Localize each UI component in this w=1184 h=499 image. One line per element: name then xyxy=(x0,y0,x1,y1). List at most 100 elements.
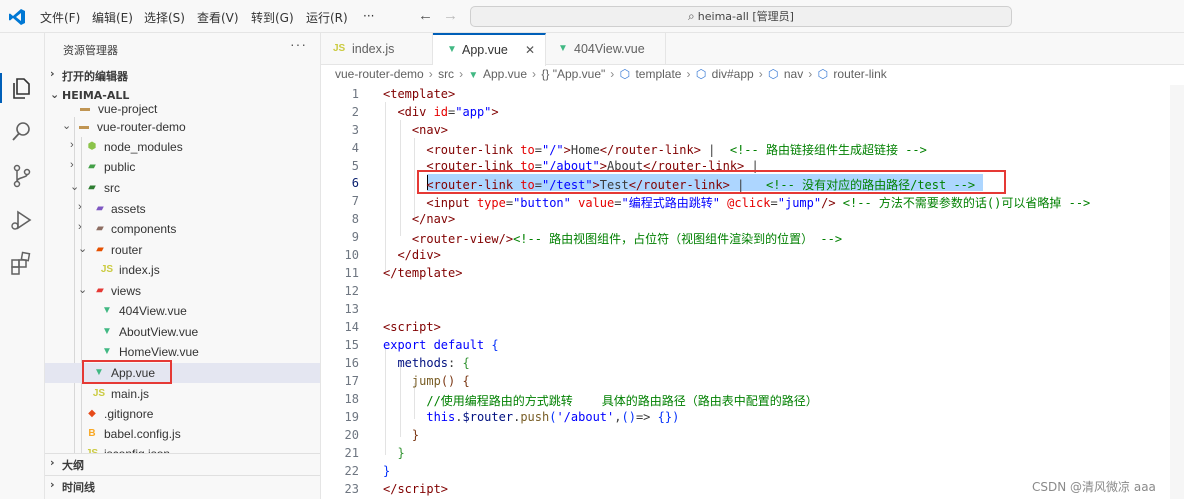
menu-goto[interactable]: 转到(G) xyxy=(251,9,294,26)
command-center[interactable]: ⌕ heima-all [管理员] xyxy=(470,6,1012,27)
tab-index-js[interactable]: JS index.js xyxy=(321,33,433,65)
menu-view[interactable]: 查看(V) xyxy=(197,9,239,26)
tree-item-aboutview-vue[interactable]: ▼ AboutView.vue xyxy=(45,322,320,342)
code-line[interactable]: <div id="app"> xyxy=(383,105,498,119)
tree-item-views[interactable]: ⌄ ▰ views xyxy=(45,281,320,301)
more-actions-icon[interactable]: ··· xyxy=(290,36,307,52)
line-number-active: 6 xyxy=(351,176,359,190)
line-number: 16 xyxy=(344,356,359,370)
chevron-right-icon: › xyxy=(50,67,55,80)
breadcrumb-item[interactable]: template xyxy=(635,67,681,81)
code-token: ) xyxy=(672,410,680,424)
folder-router-icon: ▰ xyxy=(96,244,104,255)
tab-app-vue[interactable]: ▼ App.vue ✕ xyxy=(433,33,546,66)
extensions-icon[interactable] xyxy=(9,251,35,277)
tree-item-gitignore[interactable]: ◆ .gitignore xyxy=(45,404,320,424)
breadcrumb-item[interactable]: App.vue xyxy=(483,67,527,81)
tree-label: index.js xyxy=(119,263,160,277)
code-line[interactable]: <router-link to="/">Home</router-link> |… xyxy=(383,141,927,158)
open-editors-section[interactable]: › 打开的编辑器 xyxy=(45,65,320,85)
code-token: <!-- 路由链接组件生成超链接 --> xyxy=(729,143,927,157)
line-number: 12 xyxy=(344,284,359,298)
code-token: <!-- 路由视图组件，占位符（视图组件渲染到的位置） --> xyxy=(513,232,843,246)
folder-views-icon: ▰ xyxy=(96,285,104,296)
tree-item-babel-config-js[interactable]: B babel.config.js xyxy=(45,424,320,444)
tree-item-vue-router-demo[interactable]: ⌄ ▬ vue-router-demo xyxy=(45,117,320,137)
code-line[interactable]: jump() { xyxy=(383,374,470,388)
tree-label: babel.config.js xyxy=(104,427,181,441)
code-line[interactable]: //使用编程路由的方式跳转 具体的路由路径（路由表中配置的路径） xyxy=(383,392,818,409)
code-token: jump xyxy=(411,374,441,388)
tree-item-homeview-vue[interactable]: ▼ HomeView.vue xyxy=(45,342,320,362)
tree-item-router[interactable]: ⌄ ▰ router xyxy=(45,240,320,260)
code-line[interactable]: </template> xyxy=(383,266,462,280)
tree-item-index-js[interactable]: JS index.js xyxy=(45,260,320,280)
code-line[interactable]: </nav> xyxy=(383,212,455,226)
menu-more[interactable]: ··· xyxy=(363,9,374,23)
tab-404view-vue[interactable]: ▼ 404View.vue xyxy=(546,33,666,65)
code-token: </router-link> xyxy=(599,143,701,157)
breadcrumb-item[interactable]: vue-router-demo xyxy=(335,67,424,81)
folder-icon: ▬ xyxy=(79,121,89,132)
tree-item-404view-vue[interactable]: ▼ 404View.vue xyxy=(45,301,320,321)
breadcrumb-item[interactable]: div#app xyxy=(712,67,754,81)
tree-item-public[interactable]: › ▰ public xyxy=(45,157,320,177)
code-line[interactable]: methods: { xyxy=(383,356,469,370)
run-debug-icon[interactable] xyxy=(9,207,35,233)
code-token: </div> xyxy=(397,248,441,262)
source-control-icon[interactable] xyxy=(9,163,35,189)
tree-item-components[interactable]: › ▰ components xyxy=(45,219,320,239)
code-line[interactable]: export default { xyxy=(383,338,499,352)
line-number: 14 xyxy=(344,320,359,334)
breadcrumb-item[interactable]: router-link xyxy=(833,67,886,81)
menu-run[interactable]: 运行(R) xyxy=(306,9,348,26)
vue-file-icon: ▼ xyxy=(468,70,479,81)
tree-label: HomeView.vue xyxy=(119,345,199,359)
breadcrumb-item[interactable]: {} "App.vue" xyxy=(541,67,605,81)
search-icon: ⌕ xyxy=(688,9,695,23)
code-editor[interactable]: 1 2 3 4 5 6 7 8 9 10 11 12 13 14 15 16 1… xyxy=(321,85,1184,499)
code-token: } xyxy=(411,428,420,442)
timeline-section[interactable]: › 时间线 xyxy=(45,476,320,496)
code-line[interactable]: } xyxy=(383,446,404,460)
menu-edit[interactable]: 编辑(E) xyxy=(92,9,133,26)
code-token: //使用编程路由的方式跳转 具体的路由路径（路由表中配置的路径） xyxy=(426,394,818,408)
scrollbar[interactable] xyxy=(1170,85,1184,499)
code-line[interactable]: this.$router.push('/about',()=> {}) xyxy=(383,410,679,424)
code-line[interactable]: </div> xyxy=(383,248,441,262)
close-icon[interactable]: ✕ xyxy=(525,43,535,57)
chevron-right-icon: › xyxy=(70,159,74,171)
tree-label: main.js xyxy=(111,387,150,401)
code-line[interactable]: <input type="button" value="编程式路由跳转" @cl… xyxy=(383,194,1090,211)
outline-section[interactable]: › 大纲 xyxy=(45,454,320,474)
line-number: 22 xyxy=(344,464,359,478)
tree-item-node-modules[interactable]: › ⬢ node_modules xyxy=(45,137,320,157)
breadcrumb-item[interactable]: nav xyxy=(784,67,803,81)
code-line[interactable]: <nav> xyxy=(383,123,448,137)
menu-file[interactable]: 文件(F) xyxy=(40,9,80,26)
code-token: Home xyxy=(570,143,600,157)
code-token: <div xyxy=(397,105,434,119)
code-token: <router-link xyxy=(426,143,521,157)
tree-item-vue-project[interactable]: ▬ vue-project xyxy=(45,99,320,119)
arrow-right-icon[interactable]: → xyxy=(443,7,458,24)
line-number: 9 xyxy=(351,230,359,244)
menu-selection[interactable]: 选择(S) xyxy=(144,9,185,26)
arrow-left-icon[interactable]: ← xyxy=(418,7,433,24)
code-line[interactable]: </script> xyxy=(383,482,448,496)
code-line[interactable]: } xyxy=(383,428,419,442)
code-line[interactable]: } xyxy=(383,464,390,478)
tree-item-assets[interactable]: › ▰ assets xyxy=(45,199,320,219)
files-icon[interactable] xyxy=(9,75,35,101)
folder-icon: ▬ xyxy=(80,103,90,114)
code-line[interactable]: <script> xyxy=(383,320,441,334)
search-icon[interactable] xyxy=(9,119,35,145)
open-editors-label: 打开的编辑器 xyxy=(62,70,128,83)
tree-item-main-js[interactable]: JS main.js xyxy=(45,384,320,404)
tree-label: src xyxy=(104,181,120,195)
code-line[interactable]: <router-view/><!-- 路由视图组件，占位符（视图组件渲染到的位置… xyxy=(383,230,842,247)
tree-item-src[interactable]: ⌄ ▰ src xyxy=(45,178,320,198)
code-line[interactable]: <template> xyxy=(383,87,455,101)
breadcrumb-item[interactable]: src xyxy=(438,67,454,81)
